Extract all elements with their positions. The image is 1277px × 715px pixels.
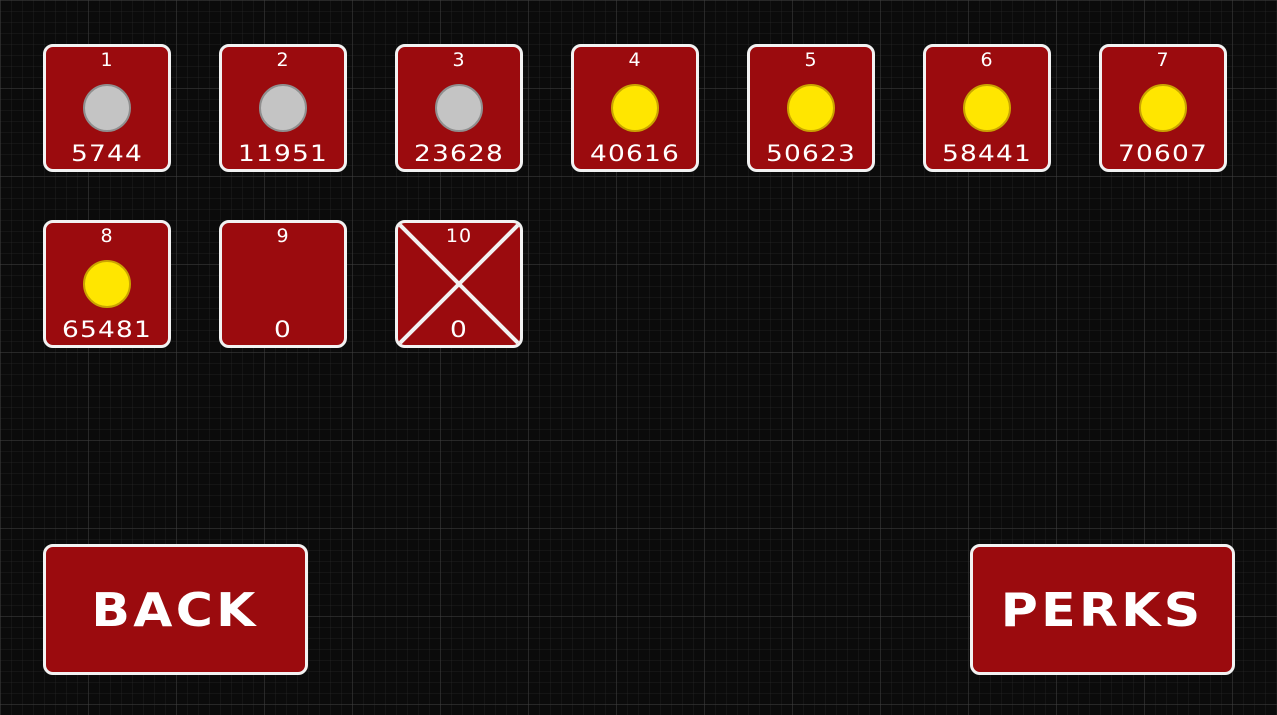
level-number: 4 (628, 49, 642, 71)
level-score: 58441 (942, 142, 1032, 167)
level-number: 9 (276, 225, 290, 247)
gold-medal-icon (787, 84, 835, 132)
level-number: 7 (1156, 49, 1170, 71)
perks-button[interactable]: PERKS (970, 544, 1235, 675)
back-button[interactable]: BACK (43, 544, 308, 675)
level-score: 0 (274, 318, 292, 343)
level-tile-5[interactable]: 5 50623 (747, 44, 875, 172)
level-tile-9[interactable]: 9 0 (219, 220, 347, 348)
silver-medal-icon (435, 84, 483, 132)
level-score: 40616 (590, 142, 680, 167)
level-number: 10 (445, 225, 473, 247)
level-score: 50623 (766, 142, 856, 167)
level-tile-3[interactable]: 3 23628 (395, 44, 523, 172)
level-tile-8[interactable]: 8 65481 (43, 220, 171, 348)
gold-medal-icon (963, 84, 1011, 132)
level-tile-4[interactable]: 4 40616 (571, 44, 699, 172)
back-button-label: BACK (91, 582, 260, 637)
level-number: 1 (100, 49, 114, 71)
perks-button-label: PERKS (1001, 582, 1204, 637)
level-score: 65481 (61, 318, 152, 343)
level-score: 70607 (1118, 142, 1208, 167)
level-score: 23628 (414, 142, 504, 167)
level-number: 3 (452, 49, 466, 71)
level-number: 2 (276, 49, 290, 71)
level-tile-10-locked[interactable]: 10 0 (395, 220, 523, 348)
silver-medal-icon (83, 84, 131, 132)
level-tile-7[interactable]: 7 70607 (1099, 44, 1227, 172)
gold-medal-icon (83, 260, 131, 308)
level-tile-2[interactable]: 2 11951 (219, 44, 347, 172)
gold-medal-icon (1139, 84, 1187, 132)
level-score: 11951 (238, 142, 328, 167)
level-tile-6[interactable]: 6 58441 (923, 44, 1051, 172)
level-score: 5744 (71, 142, 143, 167)
level-number: 8 (100, 225, 114, 247)
level-number: 5 (804, 49, 818, 71)
level-number: 6 (980, 49, 994, 71)
silver-medal-icon (259, 84, 307, 132)
level-tile-1[interactable]: 1 5744 (43, 44, 171, 172)
level-score: 0 (450, 318, 468, 343)
gold-medal-icon (611, 84, 659, 132)
